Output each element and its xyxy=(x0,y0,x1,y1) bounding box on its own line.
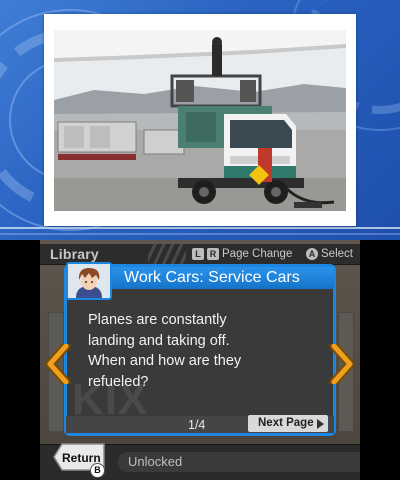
body-line: When and how are they xyxy=(88,353,242,369)
photo-frame xyxy=(44,14,356,226)
screen-title: Library xyxy=(50,246,99,262)
next-page-button[interactable]: Next Page xyxy=(248,415,328,432)
character-avatar xyxy=(66,262,112,300)
unlocked-status: Unlocked xyxy=(128,454,183,469)
page-change-label: Page Change xyxy=(222,248,293,260)
next-arrow-icon[interactable] xyxy=(328,344,354,384)
r-button-icon: R xyxy=(207,248,219,260)
page-change-hint: L R Page Change xyxy=(192,248,292,260)
dialog-body: Planes are constantly landing and taking… xyxy=(88,310,320,392)
body-line: Planes are constantly xyxy=(88,312,227,328)
service-car-photo xyxy=(54,30,346,211)
dialog-title: Work Cars: Service Cars xyxy=(124,269,300,286)
header-stripes xyxy=(148,244,186,264)
top-screen xyxy=(0,0,400,240)
body-line: refueled? xyxy=(88,373,149,390)
l-button-icon: L xyxy=(192,248,204,260)
a-button-icon: A xyxy=(306,248,318,260)
bottom-screen: Library L R Page Change A Select Work Ca… xyxy=(0,240,400,480)
page-indicator: 1/4 xyxy=(188,418,206,432)
body-line: landing and taking off. xyxy=(88,332,230,349)
play-arrow-icon xyxy=(317,419,324,429)
previous-arrow-icon[interactable] xyxy=(46,344,72,384)
b-button-icon: B xyxy=(90,463,105,478)
next-page-label: Next Page xyxy=(258,417,314,429)
select-label: Select xyxy=(321,248,353,260)
select-hint: A Select xyxy=(306,248,353,260)
